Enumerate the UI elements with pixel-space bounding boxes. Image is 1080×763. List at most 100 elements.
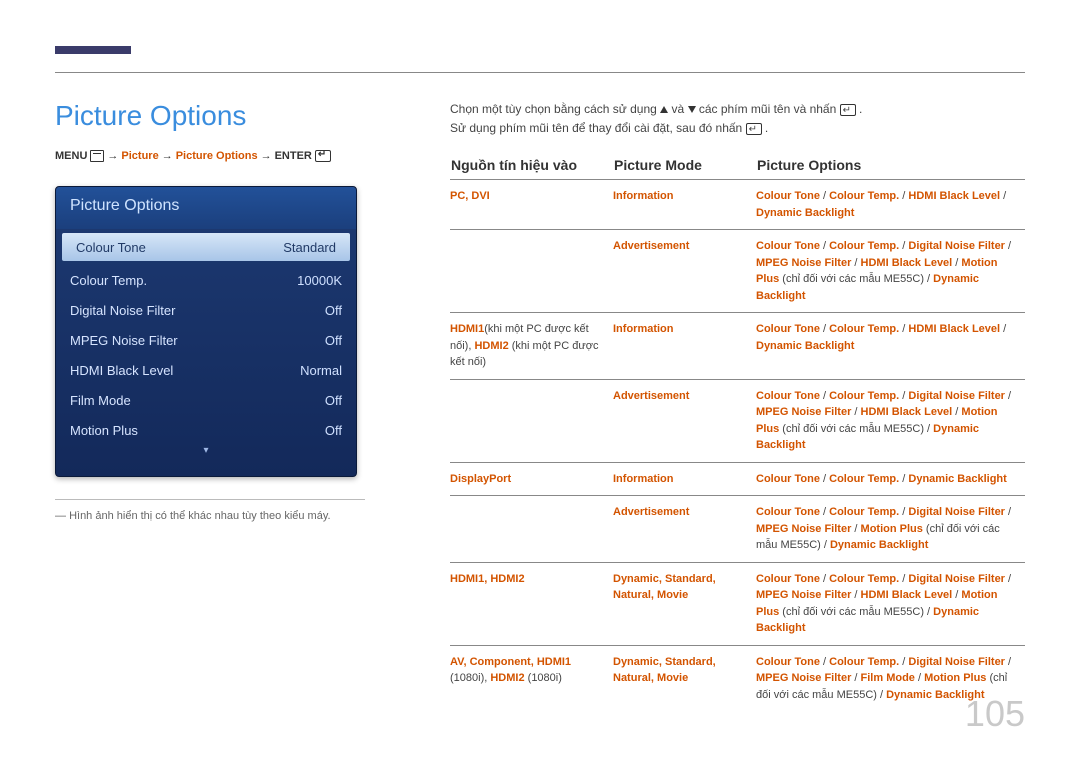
text-part: / — [1005, 240, 1011, 252]
table-row: HDMI1, HDMI2Dynamic, Standard, Natural, … — [450, 562, 1025, 645]
text-part: / — [851, 523, 860, 535]
cell-mode: Advertisement — [613, 230, 756, 313]
intro-1b: và — [672, 102, 688, 116]
text-part: Colour Tone — [756, 323, 820, 335]
text-part: Colour Temp. — [829, 240, 899, 252]
osd-panel: Picture Options Colour ToneStandardColou… — [55, 186, 357, 477]
cell-options: Colour Tone / Colour Temp. / Digital Noi… — [756, 230, 1025, 313]
text-part: / — [899, 190, 908, 202]
text-part: Colour Temp. — [829, 190, 899, 202]
cell-source: PC, DVI — [450, 180, 613, 230]
text-part: Digital Noise Filter — [908, 390, 1005, 402]
th-mode: Picture Mode — [613, 156, 756, 180]
text-part: / — [899, 323, 908, 335]
th-source: Nguồn tín hiệu vào — [450, 156, 613, 180]
text-part: / — [1005, 390, 1011, 402]
cell-options: Colour Tone / Colour Temp. / Digital Noi… — [756, 496, 1025, 563]
osd-row[interactable]: Colour Temp.10000K — [56, 265, 356, 295]
text-part: / — [820, 506, 829, 518]
text-part: (1080i) — [525, 672, 562, 684]
text-part: Colour Temp. — [829, 506, 899, 518]
text-part: Information — [613, 190, 674, 202]
text-part: / — [899, 573, 908, 585]
options-table: Nguồn tín hiệu vào Picture Mode Picture … — [450, 156, 1025, 711]
breadcrumb-arrow-1: → — [107, 150, 118, 162]
text-part: HDMI2 — [474, 340, 508, 352]
osd-row[interactable]: HDMI Black LevelNormal — [56, 355, 356, 385]
osd-row-value: Off — [325, 393, 342, 408]
cell-options: Colour Tone / Colour Temp. / Dynamic Bac… — [756, 462, 1025, 496]
text-part: / — [899, 656, 908, 668]
table-row: AV, Component, HDMI1 (1080i), HDMI2 (108… — [450, 645, 1025, 711]
header-divider — [55, 72, 1025, 73]
cell-source — [450, 230, 613, 313]
text-part: Colour Tone — [756, 473, 820, 485]
page-number: 105 — [965, 693, 1025, 735]
text-part: (1080i), — [450, 672, 490, 684]
osd-row-value: Standard — [283, 240, 336, 255]
osd-row-label: MPEG Noise Filter — [70, 333, 178, 348]
text-part: / — [820, 473, 829, 485]
page-title: Picture Options — [55, 100, 365, 132]
text-part: Colour Temp. — [829, 390, 899, 402]
cell-options: Colour Tone / Colour Temp. / Digital Noi… — [756, 562, 1025, 645]
text-part: Colour Temp. — [829, 473, 899, 485]
cell-options: Colour Tone / Colour Temp. / Digital Noi… — [756, 379, 1025, 462]
text-part: HDMI1 — [450, 323, 484, 335]
cell-options: Colour Tone / Colour Temp. / HDMI Black … — [756, 313, 1025, 380]
text-part: Film Mode — [861, 672, 915, 684]
text-part: PC — [450, 190, 465, 202]
cell-mode: Advertisement — [613, 379, 756, 462]
cell-options: Colour Tone / Colour Temp. / HDMI Black … — [756, 180, 1025, 230]
text-part: Natural — [613, 672, 651, 684]
text-part: / — [820, 190, 829, 202]
text-part: Advertisement — [613, 506, 689, 518]
text-part: Colour Tone — [756, 573, 820, 585]
text-part: / — [820, 573, 829, 585]
text-part: MPEG Noise Filter — [756, 672, 851, 684]
text-part: / — [851, 589, 860, 601]
breadcrumb-menu: MENU — [55, 150, 87, 162]
arrow-up-icon — [660, 106, 668, 113]
table-row: Advertisement Colour Tone / Colour Temp. … — [450, 496, 1025, 563]
osd-row-label: Film Mode — [70, 393, 131, 408]
osd-row-value: Off — [325, 423, 342, 438]
text-part: / — [899, 506, 908, 518]
osd-row-value: 10000K — [297, 273, 342, 288]
osd-row[interactable]: Digital Noise FilterOff — [56, 295, 356, 325]
intro-2a: Sử dụng phím mũi tên để thay đổi cài đặt… — [450, 121, 746, 135]
text-part: Standard — [665, 656, 713, 668]
footnote: ― Hình ảnh hiển thị có thể khác nhau tùy… — [55, 499, 365, 522]
text-part: HDMI Black Level — [908, 190, 1000, 202]
breadcrumb: MENU → Picture → Picture Options → ENTER — [55, 150, 365, 162]
text-part: / — [1005, 506, 1011, 518]
text-part: HDMI Black Level — [908, 323, 1000, 335]
breadcrumb-picture-options: Picture Options — [176, 150, 258, 162]
text-part: / — [1000, 323, 1006, 335]
text-part: Colour Tone — [756, 656, 820, 668]
text-part: Colour Temp. — [829, 573, 899, 585]
footnote-text: Hình ảnh hiển thị có thể khác nhau tùy t… — [69, 510, 331, 522]
osd-row[interactable]: Motion Plus Off — [56, 415, 356, 445]
text-part: Movie — [657, 672, 688, 684]
osd-row[interactable]: Film Mode Off — [56, 385, 356, 415]
text-part: Dynamic Backlight — [830, 539, 928, 551]
osd-row[interactable]: MPEG Noise FilterOff — [56, 325, 356, 355]
cell-mode: Dynamic, Standard, Natural, Movie — [613, 645, 756, 711]
text-part: Information — [613, 473, 674, 485]
text-part: , — [713, 573, 716, 585]
osd-row-label: Motion Plus — [70, 423, 138, 438]
text-part: / — [899, 473, 908, 485]
text-part: Colour Temp. — [829, 323, 899, 335]
cell-mode: Information — [613, 462, 756, 496]
osd-row[interactable]: Colour ToneStandard — [62, 233, 350, 261]
text-part: / — [820, 390, 829, 402]
th-options: Picture Options — [756, 156, 1025, 180]
cell-source: HDMI1, HDMI2 — [450, 562, 613, 645]
breadcrumb-picture: Picture — [121, 150, 158, 162]
text-part: / — [899, 240, 908, 252]
text-part: (chỉ đối với các mẫu ME55C) / — [779, 273, 933, 285]
text-part: Digital Noise Filter — [908, 573, 1005, 585]
text-part: Information — [613, 323, 674, 335]
text-part: HDMI1 — [450, 573, 484, 585]
